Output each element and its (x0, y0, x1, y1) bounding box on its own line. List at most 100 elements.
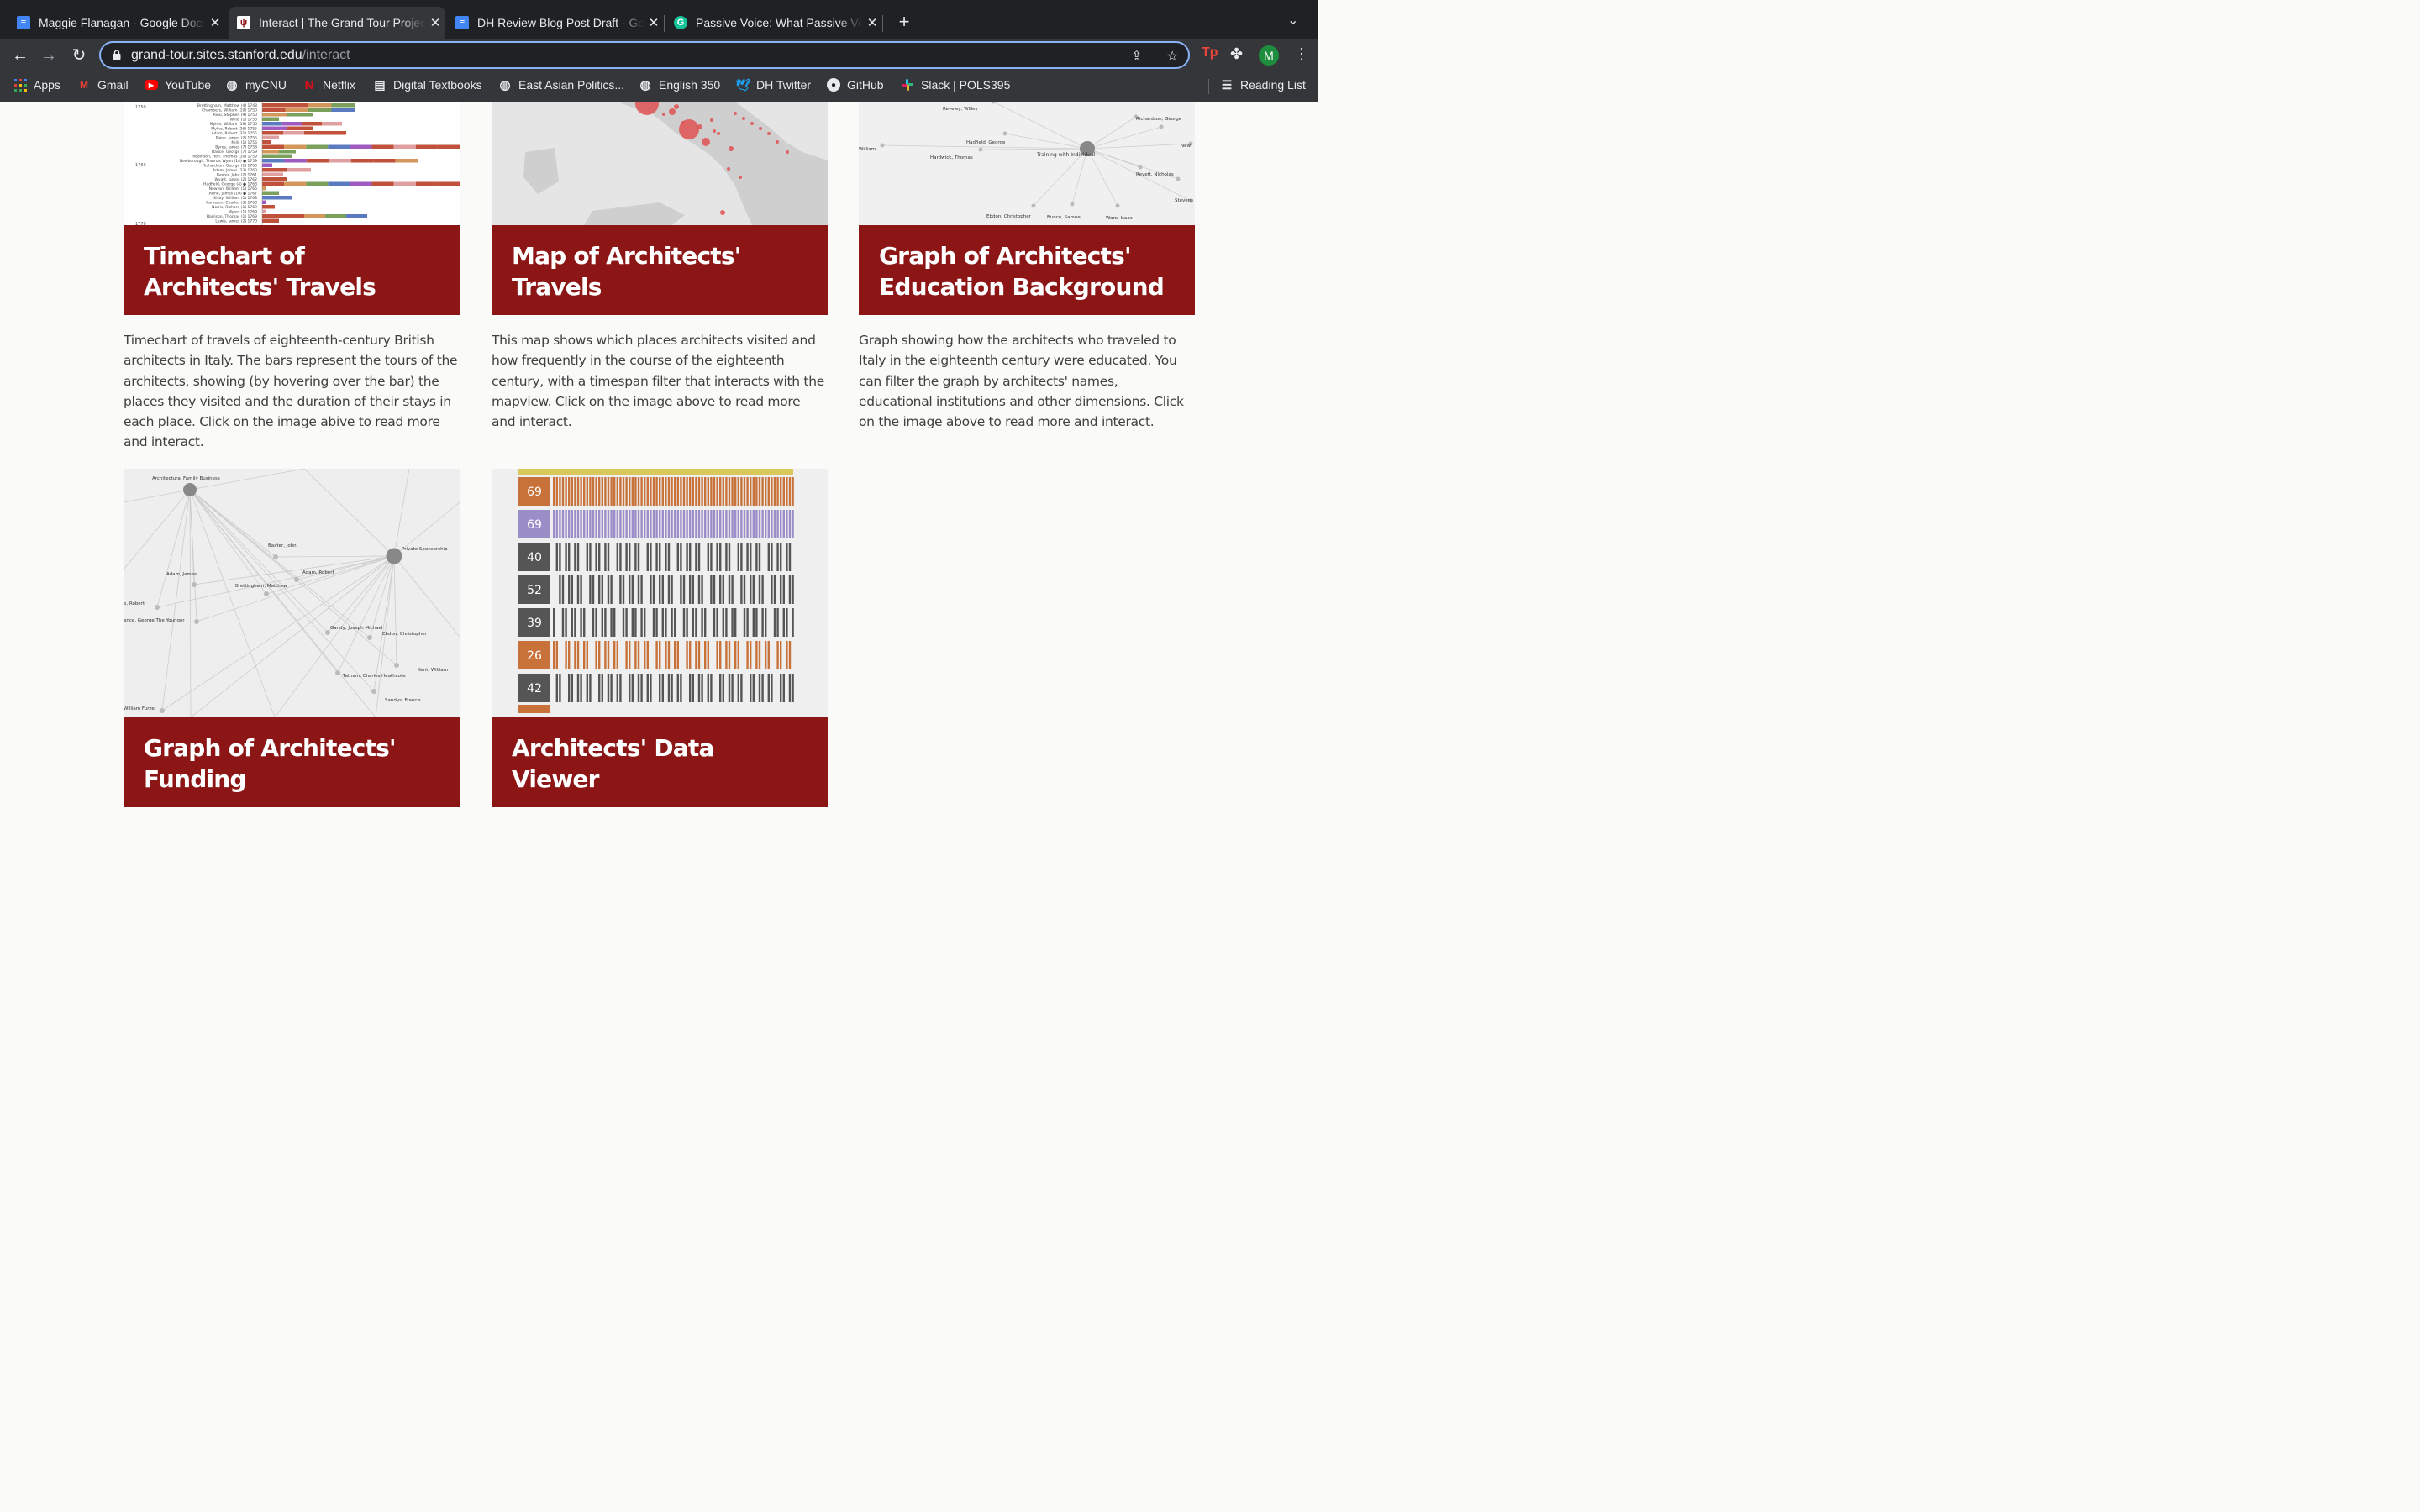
data-viewer-tick (692, 510, 694, 538)
data-viewer-tick (707, 674, 709, 702)
funding-graph-edge (189, 489, 267, 595)
tab-passive-voice[interactable]: G Passive Voice: What Passive Voice Is ✕ (666, 7, 882, 39)
data-viewer-thumbnail[interactable]: 69 69 40 52 39 26 42 (492, 469, 828, 717)
card-title-funding[interactable]: Graph of Architects' Funding (124, 717, 460, 807)
funding-graph-thumbnail[interactable]: Architectural Family Business Private Spo… (124, 469, 460, 717)
share-icon[interactable]: ⇪ (1131, 48, 1142, 65)
education-graph-node (1002, 131, 1007, 136)
data-viewer-tick (761, 608, 764, 637)
data-viewer-tick (629, 641, 631, 669)
data-viewer-tick (610, 477, 613, 506)
lock-icon[interactable] (113, 50, 121, 60)
data-viewer-tick (568, 575, 571, 604)
data-viewer-tick (561, 510, 565, 538)
map-thumbnail[interactable] (492, 102, 828, 225)
profile-avatar[interactable]: M (1259, 45, 1279, 66)
close-icon[interactable]: ✕ (205, 15, 225, 30)
address-bar[interactable]: grand-tour.sites.stanford.edu/interact ⇪… (99, 41, 1190, 69)
data-viewer-tick (674, 510, 676, 538)
bookmark-youtube[interactable]: ▶ YouTube (145, 78, 211, 92)
card-data-viewer[interactable]: 69 69 40 52 39 26 42 Architects' Data Viewer (492, 469, 828, 807)
card-title-map[interactable]: Map of Architects' Travels (492, 225, 828, 315)
card-description-timechart: Timechart of travels of eighteenth-centu… (124, 333, 458, 450)
close-icon[interactable]: ✕ (644, 15, 664, 30)
url-text[interactable]: grand-tour.sites.stanford.edu/interact (131, 48, 350, 63)
bookmark-english-350[interactable]: ◍ English 350 (639, 78, 720, 92)
data-viewer-tick (586, 510, 588, 538)
tab-search-chevron-icon[interactable]: ⌄ (1287, 12, 1298, 29)
timechart-bar-segment (262, 205, 275, 209)
funding-graph-hub-label: Private Sponsorship (402, 547, 448, 552)
data-viewer-tick (682, 510, 686, 538)
data-viewer-tick (592, 608, 595, 637)
card-title-data-viewer[interactable]: Architects' Data Viewer (492, 717, 828, 807)
youtube-icon: ▶ (145, 80, 158, 90)
new-tab-button[interactable]: + (892, 10, 916, 34)
close-icon[interactable]: ✕ (862, 15, 882, 30)
data-viewer-tick (786, 641, 788, 669)
timechart-bar-segment (350, 181, 372, 186)
tp-extension-icon[interactable]: Tp (1202, 45, 1220, 64)
timechart-bar-segment (262, 117, 279, 121)
reading-list-button[interactable]: ☰ Reading List (1220, 78, 1306, 92)
close-icon[interactable]: ✕ (425, 15, 445, 30)
tab-maggie-flanagan-doc[interactable]: ≡ Maggie Flanagan - Google Docs ✕ (8, 7, 225, 39)
data-viewer-tick (788, 575, 792, 604)
bookmark-digital-textbooks[interactable]: ▤ Digital Textbooks (373, 78, 481, 92)
card-description-map: This map shows which places architects v… (492, 333, 824, 430)
timechart-thumbnail[interactable]: 1750 1760 1770 Brettingham, Matthew (4) 174… (124, 102, 460, 225)
data-viewer-tick (607, 510, 610, 538)
data-viewer-tick (697, 543, 701, 571)
bookmark-star-icon[interactable]: ☆ (1166, 48, 1178, 65)
data-viewer-tick (780, 674, 782, 702)
data-viewer-tick (586, 641, 588, 669)
education-graph-thumbnail[interactable]: Training with Individual Reveley, Willey R… (859, 102, 1195, 225)
data-viewer-tick (555, 477, 558, 506)
data-viewer-tick (771, 477, 773, 506)
bookmark-netflix[interactable]: N Netflix (302, 78, 355, 92)
funding-graph-label: Gandy, Joseph Michael (330, 626, 383, 631)
data-viewer-tick (728, 477, 731, 506)
data-viewer-tick (734, 608, 737, 637)
forward-button[interactable]: → (37, 44, 60, 67)
data-viewer-tick (634, 608, 637, 637)
data-viewer-tick (637, 674, 640, 702)
back-button[interactable]: ← (8, 44, 32, 67)
card-education-graph[interactable]: Training with Individual Reveley, Willey R… (859, 102, 1195, 438)
data-viewer-tick (644, 608, 646, 637)
data-viewer-tick (782, 608, 785, 637)
data-viewer-tick (568, 674, 571, 702)
tab-grand-tour-interact[interactable]: ψ Interact | The Grand Tour Project ✕ (229, 7, 445, 39)
bookmark-apps[interactable]: Apps (13, 78, 60, 92)
timechart-row-label: Newborough, Thomas Wynn (14) ● 1759 (180, 159, 257, 164)
tab-dh-review-doc[interactable]: ≡ DH Review Blog Post Draft - Google Doc… (447, 7, 664, 39)
data-viewer-tick (637, 575, 640, 604)
education-graph-preview: Training with Individual Reveley, Willey R… (859, 102, 1193, 221)
timechart-bar-segment (262, 218, 279, 223)
card-timechart[interactable]: 1750 1760 1770 Brettingham, Matthew (4) 174… (124, 102, 460, 449)
bookmark-slack-pols395[interactable]: Slack | POLS395 (901, 78, 1010, 92)
card-map[interactable]: Map of Architects' Travels This map show… (492, 102, 828, 438)
timechart-bar-segment (350, 159, 374, 163)
puzzle-extensions-icon[interactable]: ✤ (1230, 45, 1249, 64)
card-title-education[interactable]: Graph of Architects' Education Backgroun… (859, 225, 1195, 315)
funding-graph-label: Baxter, John (268, 543, 297, 549)
data-viewer-tick (737, 543, 739, 571)
reload-button[interactable]: ↻ (67, 44, 91, 67)
bookmark-east-asian-politics[interactable]: ◍ East Asian Politics... (498, 78, 624, 92)
kebab-menu-icon[interactable]: ⋮ (1292, 45, 1311, 64)
education-graph-label: Hardwick, Thomas (930, 155, 973, 160)
bookmark-mycnu[interactable]: ◍ myCNU (225, 78, 287, 92)
data-viewer-count: 52 (527, 584, 542, 597)
data-viewer-tick (746, 543, 749, 571)
bookmark-gmail[interactable]: M Gmail (77, 78, 129, 92)
card-funding-graph[interactable]: Architectural Family Business Private Spo… (124, 469, 460, 807)
timechart-bar-segment (262, 144, 285, 149)
bookmark-dh-twitter[interactable]: 🕊 DH Twitter (735, 78, 811, 92)
data-viewer-tick (559, 543, 561, 571)
bookmark-github[interactable]: ● GitHub (827, 78, 884, 92)
data-viewer-tick (555, 641, 558, 669)
data-viewer-tick (661, 477, 664, 506)
data-viewer-tick (771, 575, 773, 604)
card-title-timechart[interactable]: Timechart of Architects' Travels (124, 225, 460, 315)
